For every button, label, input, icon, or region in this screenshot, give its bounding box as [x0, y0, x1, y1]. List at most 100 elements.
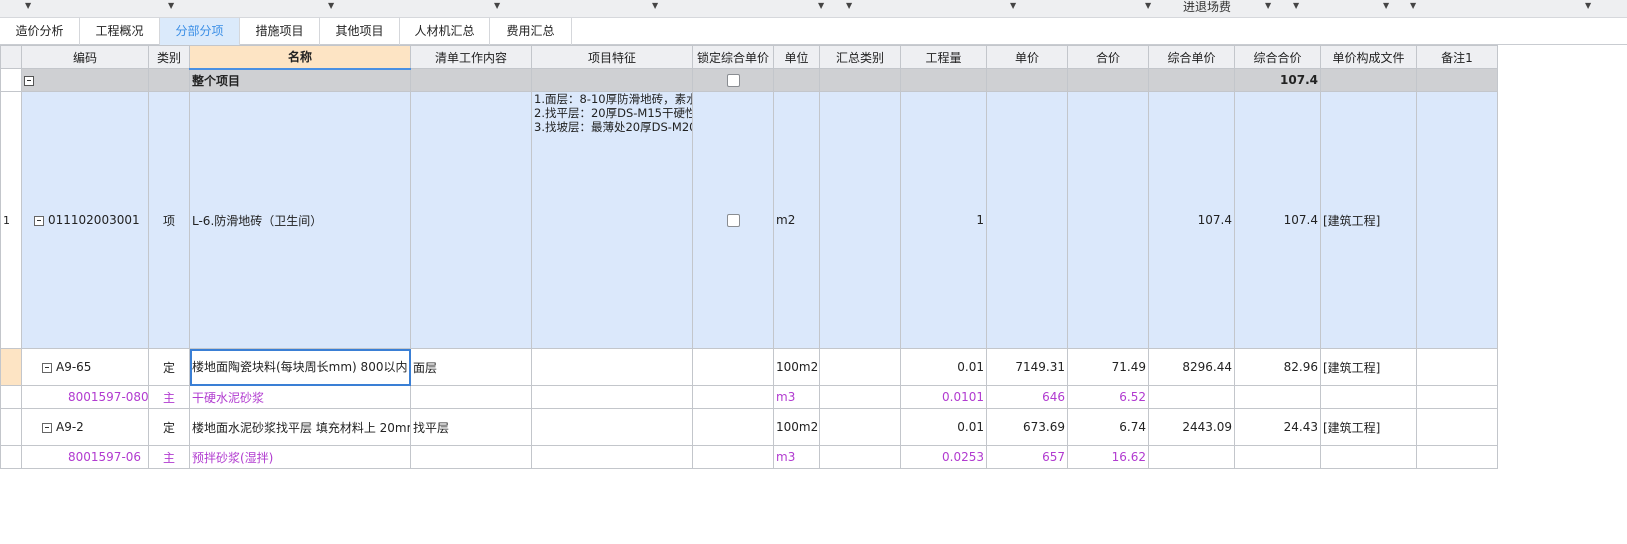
- col-header-lock[interactable]: 锁定综合单价: [692, 45, 774, 69]
- unit-price-cell[interactable]: [1148, 385, 1235, 409]
- type-cell[interactable]: 主: [148, 445, 190, 469]
- code-cell[interactable]: 8001597-0801: [21, 385, 149, 409]
- row-number-cell[interactable]: [0, 348, 22, 386]
- qty-cell[interactable]: 0.01: [900, 408, 987, 446]
- sumtype-cell[interactable]: [819, 408, 901, 446]
- price-cell[interactable]: 673.69: [986, 408, 1068, 446]
- dropdown-arrow-icon[interactable]: ▼: [1410, 1, 1416, 10]
- unit-total-cell[interactable]: 24.43: [1234, 408, 1321, 446]
- qty-cell[interactable]: 0.0101: [900, 385, 987, 409]
- type-cell[interactable]: [148, 68, 190, 92]
- tab-cost-analysis[interactable]: 造价分析: [0, 18, 80, 45]
- lock-cell[interactable]: [692, 408, 774, 446]
- work-cell[interactable]: 找平层: [410, 408, 532, 446]
- dropdown-arrow-icon[interactable]: ▼: [846, 1, 852, 10]
- code-cell[interactable]: A9-2: [21, 408, 149, 446]
- feature-cell[interactable]: [531, 385, 693, 409]
- col-header-sumtype[interactable]: 汇总类别: [819, 45, 901, 69]
- name-cell[interactable]: L-6.防滑地砖（卫生间）: [189, 91, 411, 349]
- col-header-unit-total[interactable]: 综合合价: [1234, 45, 1321, 69]
- col-header-work[interactable]: 清单工作内容: [410, 45, 532, 69]
- work-cell[interactable]: [410, 445, 532, 469]
- type-cell[interactable]: 定: [148, 408, 190, 446]
- file-cell[interactable]: [1320, 68, 1417, 92]
- dropdown-arrow-icon[interactable]: ▼: [1585, 1, 1591, 10]
- price-cell[interactable]: 657: [986, 445, 1068, 469]
- total-cell[interactable]: 6.52: [1067, 385, 1149, 409]
- note-cell[interactable]: [1416, 91, 1498, 349]
- unit-price-cell[interactable]: 8296.44: [1148, 348, 1235, 386]
- col-header-file[interactable]: 单价构成文件: [1320, 45, 1417, 69]
- note-cell[interactable]: [1416, 68, 1498, 92]
- unit-cell[interactable]: [773, 68, 820, 92]
- dropdown-arrow-icon[interactable]: ▼: [1010, 1, 1016, 10]
- table-row[interactable]: 1 011102003001 项 L-6.防滑地砖（卫生间） 1.面层：8-10…: [0, 91, 1498, 349]
- sumtype-cell[interactable]: [819, 348, 901, 386]
- lock-cell[interactable]: [692, 68, 774, 92]
- lock-cell[interactable]: [692, 91, 774, 349]
- unit-cell[interactable]: m3: [773, 385, 820, 409]
- work-cell[interactable]: [410, 385, 532, 409]
- code-cell[interactable]: A9-65: [21, 348, 149, 386]
- tab-measures[interactable]: 措施项目: [240, 18, 320, 45]
- tab-project-overview[interactable]: 工程概况: [80, 18, 160, 45]
- corner-header[interactable]: [0, 45, 22, 69]
- code-cell[interactable]: [21, 68, 149, 92]
- unit-total-cell[interactable]: [1234, 445, 1321, 469]
- dropdown-arrow-icon[interactable]: ▼: [818, 1, 824, 10]
- col-header-unit[interactable]: 单位: [773, 45, 820, 69]
- unit-total-cell[interactable]: [1234, 385, 1321, 409]
- total-cell[interactable]: [1067, 91, 1149, 349]
- col-header-qty[interactable]: 工程量: [900, 45, 987, 69]
- tab-labor-material-summary[interactable]: 人材机汇总: [400, 18, 490, 45]
- table-row[interactable]: A9-2 定 楼地面水泥砂浆找平层 填充材料上 20mm 找平层 100m2 0…: [0, 408, 1498, 446]
- toolbar-label[interactable]: 进退场费: [1183, 0, 1231, 15]
- dropdown-arrow-icon[interactable]: ▼: [494, 1, 500, 10]
- lock-cell[interactable]: [692, 445, 774, 469]
- note-cell[interactable]: [1416, 348, 1498, 386]
- dropdown-arrow-icon[interactable]: ▼: [1293, 1, 1299, 10]
- total-cell[interactable]: [1067, 68, 1149, 92]
- col-header-type[interactable]: 类别: [148, 45, 190, 69]
- col-header-unit-price[interactable]: 综合单价: [1148, 45, 1235, 69]
- unit-price-cell[interactable]: 2443.09: [1148, 408, 1235, 446]
- total-cell[interactable]: 6.74: [1067, 408, 1149, 446]
- col-header-feature[interactable]: 项目特征: [531, 45, 693, 69]
- unit-total-cell[interactable]: 82.96: [1234, 348, 1321, 386]
- name-cell[interactable]: 楼地面陶瓷块料(每块周长mm) 800以内 水泥砂浆: [189, 348, 411, 386]
- col-header-total[interactable]: 合价: [1067, 45, 1149, 69]
- table-row[interactable]: A9-65 定 楼地面陶瓷块料(每块周长mm) 800以内 水泥砂浆 面层 10…: [0, 348, 1498, 386]
- unit-cell[interactable]: m3: [773, 445, 820, 469]
- dropdown-arrow-icon[interactable]: ▼: [1145, 1, 1151, 10]
- collapse-toggle-icon[interactable]: [24, 75, 34, 86]
- sumtype-cell[interactable]: [819, 91, 901, 349]
- lock-price-checkbox[interactable]: [726, 74, 740, 87]
- sumtype-cell[interactable]: [819, 445, 901, 469]
- table-row[interactable]: 8001597-0801 主 干硬水泥砂浆 m3 0.0101 646 6.52: [0, 385, 1498, 409]
- work-cell[interactable]: [410, 68, 532, 92]
- name-cell[interactable]: 预拌砂浆(湿拌): [189, 445, 411, 469]
- price-cell[interactable]: 646: [986, 385, 1068, 409]
- unit-price-cell[interactable]: 107.4: [1148, 91, 1235, 349]
- collapse-toggle-icon[interactable]: [34, 215, 44, 226]
- code-cell[interactable]: 011102003001: [21, 91, 149, 349]
- unit-cell[interactable]: 100m2: [773, 348, 820, 386]
- price-cell[interactable]: [986, 68, 1068, 92]
- sumtype-cell[interactable]: [819, 385, 901, 409]
- qty-cell[interactable]: 0.0253: [900, 445, 987, 469]
- feature-cell[interactable]: 1.面层：8-10厚防滑地砖，素水泥浆擦缝 2.找平层：20厚DS-M15干硬性…: [531, 91, 693, 349]
- qty-cell[interactable]: [900, 68, 987, 92]
- dropdown-arrow-icon[interactable]: ▼: [1383, 1, 1389, 10]
- tab-sub-items[interactable]: 分部分项: [160, 18, 240, 45]
- lock-cell[interactable]: [692, 348, 774, 386]
- note-cell[interactable]: [1416, 385, 1498, 409]
- dropdown-arrow-icon[interactable]: ▼: [25, 1, 31, 10]
- unit-cell[interactable]: m2: [773, 91, 820, 349]
- lock-cell[interactable]: [692, 385, 774, 409]
- name-cell[interactable]: 干硬水泥砂浆: [189, 385, 411, 409]
- col-header-name[interactable]: 名称: [189, 45, 411, 70]
- row-number-cell[interactable]: [0, 385, 22, 409]
- qty-cell[interactable]: 1: [900, 91, 987, 349]
- collapse-toggle-icon[interactable]: [42, 362, 52, 373]
- total-cell[interactable]: 16.62: [1067, 445, 1149, 469]
